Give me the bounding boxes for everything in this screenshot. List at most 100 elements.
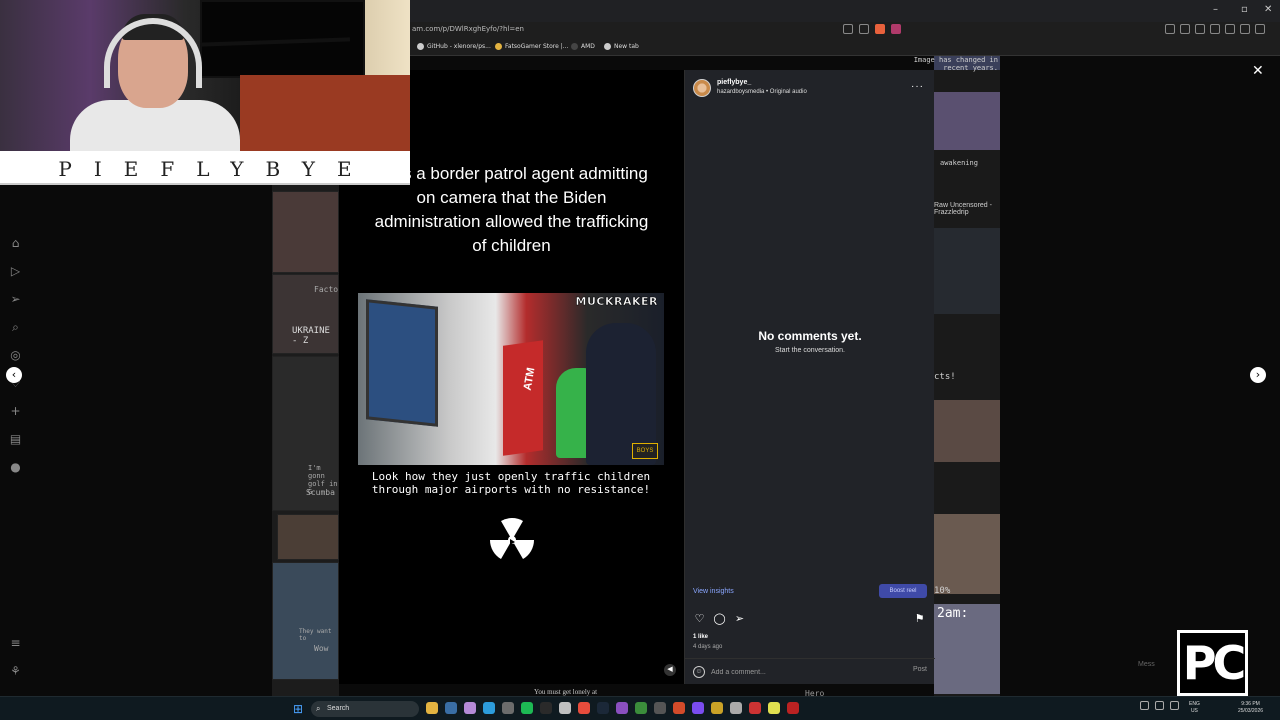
github-icon: [417, 43, 424, 50]
taskbar-app-icon[interactable]: [730, 702, 742, 714]
bookmark-github[interactable]: GitHub - xlenore/ps...: [417, 43, 491, 50]
taskbar-app-icon[interactable]: [787, 702, 799, 714]
share-icon[interactable]: [859, 24, 869, 34]
post-audio-line[interactable]: hazardboysmedia • Original audio: [717, 89, 807, 95]
send-icon[interactable]: ➢: [8, 292, 23, 307]
panel-icon[interactable]: [1195, 24, 1205, 34]
taskbar-app-icon[interactable]: [502, 702, 514, 714]
create-icon[interactable]: +: [8, 404, 23, 419]
extensions-icon[interactable]: [1210, 24, 1220, 34]
feed-thumbnail[interactable]: [934, 228, 1000, 314]
address-bar-icons: [843, 24, 901, 34]
tray-chevron-icon[interactable]: [1140, 701, 1149, 710]
bookmark-fatsogamer[interactable]: FatsoGamer Store |...: [495, 43, 568, 50]
sidebar-icon[interactable]: [1165, 24, 1175, 34]
taskbar-apps: [426, 702, 799, 714]
cast-icon[interactable]: [843, 24, 853, 34]
boost-reel-button[interactable]: Boost reel: [879, 584, 927, 598]
taskbar-app-icon[interactable]: [483, 702, 495, 714]
language-indicator[interactable]: ENG US: [1189, 701, 1200, 715]
menu-icon[interactable]: [1255, 24, 1265, 34]
vpn-icon[interactable]: [1240, 24, 1250, 34]
taskbar-search[interactable]: ⌕ Search: [311, 701, 419, 717]
feed-thumbnail[interactable]: [272, 191, 339, 273]
taskbar-app-icon[interactable]: [445, 702, 457, 714]
search-icon: ⌕: [316, 704, 321, 713]
windows-taskbar: ⊞ ⌕ Search ENG US 9:36 PM 25/03/2026: [0, 696, 1280, 720]
feed-thumbnail[interactable]: [934, 400, 1000, 462]
taskbar-app-icon[interactable]: [578, 702, 590, 714]
save-icon[interactable]: ⚑: [913, 612, 926, 625]
more-options-icon[interactable]: ···: [911, 81, 924, 92]
taskbar-clock[interactable]: 9:36 PM 25/03/2026: [1238, 701, 1263, 715]
taskbar-app-icon[interactable]: [692, 702, 704, 714]
explore-icon[interactable]: ◎: [8, 348, 23, 363]
language-code: ENG: [1189, 701, 1200, 707]
next-post-button[interactable]: ›: [1250, 367, 1266, 383]
taskbar-app-icon[interactable]: [540, 702, 552, 714]
home-icon[interactable]: ⌂: [8, 236, 23, 251]
share-icon[interactable]: ➢: [733, 612, 746, 625]
minimize-button[interactable]: –: [1213, 4, 1218, 15]
post-side-panel: pieflybye_ hazardboysmedia • Original au…: [684, 70, 935, 684]
taskbar-app-icon[interactable]: [711, 702, 723, 714]
brave-rewards-icon[interactable]: [891, 24, 901, 34]
like-count[interactable]: 1 like: [693, 634, 708, 640]
bookmark-amd[interactable]: AMD: [571, 43, 595, 50]
reels-icon[interactable]: ▷: [8, 264, 23, 279]
comment-icon[interactable]: ◯: [713, 612, 726, 625]
comment-input[interactable]: [711, 665, 891, 679]
taskbar-app-icon[interactable]: [654, 702, 666, 714]
feed-thumbnail[interactable]: [934, 514, 1000, 594]
taskbar-app-icon[interactable]: [749, 702, 761, 714]
onedrive-icon[interactable]: [1155, 701, 1164, 710]
feed-thumbnail[interactable]: [277, 514, 339, 560]
globe-icon: [604, 43, 611, 50]
taskbar-app-icon[interactable]: [521, 702, 533, 714]
threads-icon[interactable]: ⚘: [8, 664, 23, 679]
avatar[interactable]: [693, 79, 711, 97]
taskbar-app-icon[interactable]: [616, 702, 628, 714]
like-icon[interactable]: ♡: [693, 612, 706, 625]
dashboard-icon[interactable]: ▤: [8, 432, 23, 447]
background-desk: [240, 75, 410, 151]
taskbar-app-icon[interactable]: [635, 702, 647, 714]
bookmark-label: GitHub - xlenore/ps...: [427, 43, 491, 50]
profile-icon[interactable]: ●: [8, 460, 23, 475]
streamer-nameplate: PIEFLYBYE: [0, 151, 410, 185]
microphone-icon[interactable]: [1170, 701, 1179, 710]
pc-logo: PC: [1177, 630, 1248, 696]
taskbar-app-icon[interactable]: [464, 702, 476, 714]
media-icon[interactable]: [1180, 24, 1190, 34]
previous-post-button[interactable]: ‹: [6, 367, 22, 383]
windows-start-icon[interactable]: ⊞: [291, 702, 305, 716]
empty-comments-title: No comments yet.: [758, 329, 862, 343]
close-modal-icon[interactable]: ✕: [1252, 63, 1264, 79]
brave-shield-icon[interactable]: [875, 24, 885, 34]
taskbar-app-icon[interactable]: [426, 702, 438, 714]
post-comment-button[interactable]: Post: [913, 666, 927, 673]
feed-thumbnail[interactable]: [934, 92, 1000, 150]
taskbar-app-icon[interactable]: [597, 702, 609, 714]
menu-icon[interactable]: ≡: [8, 636, 23, 651]
nameplate-text: PIEFLYBYE: [58, 157, 374, 181]
view-insights-link[interactable]: View insights: [693, 588, 734, 595]
url-text[interactable]: am.com/p/DWlRxghEyfo/?hl=en: [412, 25, 524, 33]
feed-thumbnail[interactable]: [272, 562, 339, 680]
maximize-button[interactable]: ▫: [1241, 4, 1248, 15]
mute-icon[interactable]: ◀: [664, 664, 676, 676]
bookmark-new-tab[interactable]: New tab: [604, 43, 639, 50]
close-window-button[interactable]: ✕: [1264, 4, 1272, 15]
taskbar-app-icon[interactable]: [673, 702, 685, 714]
messages-hint[interactable]: Mess: [1138, 661, 1155, 668]
video-badge: BOYS: [632, 443, 658, 459]
leo-icon[interactable]: [1225, 24, 1235, 34]
post-username[interactable]: pieflybye_: [717, 79, 751, 86]
search-icon[interactable]: ⌕: [8, 320, 23, 335]
radiation-icon: [490, 518, 534, 559]
taskbar-app-icon[interactable]: [768, 702, 780, 714]
empty-comments-subtitle: Start the conversation.: [774, 347, 846, 354]
instagram-side-nav: ⌂ ▷ ➢ ⌕ ◎ ♡ + ▤ ●: [8, 236, 23, 475]
taskbar-app-icon[interactable]: [559, 702, 571, 714]
emoji-icon[interactable]: ☺: [693, 666, 705, 678]
